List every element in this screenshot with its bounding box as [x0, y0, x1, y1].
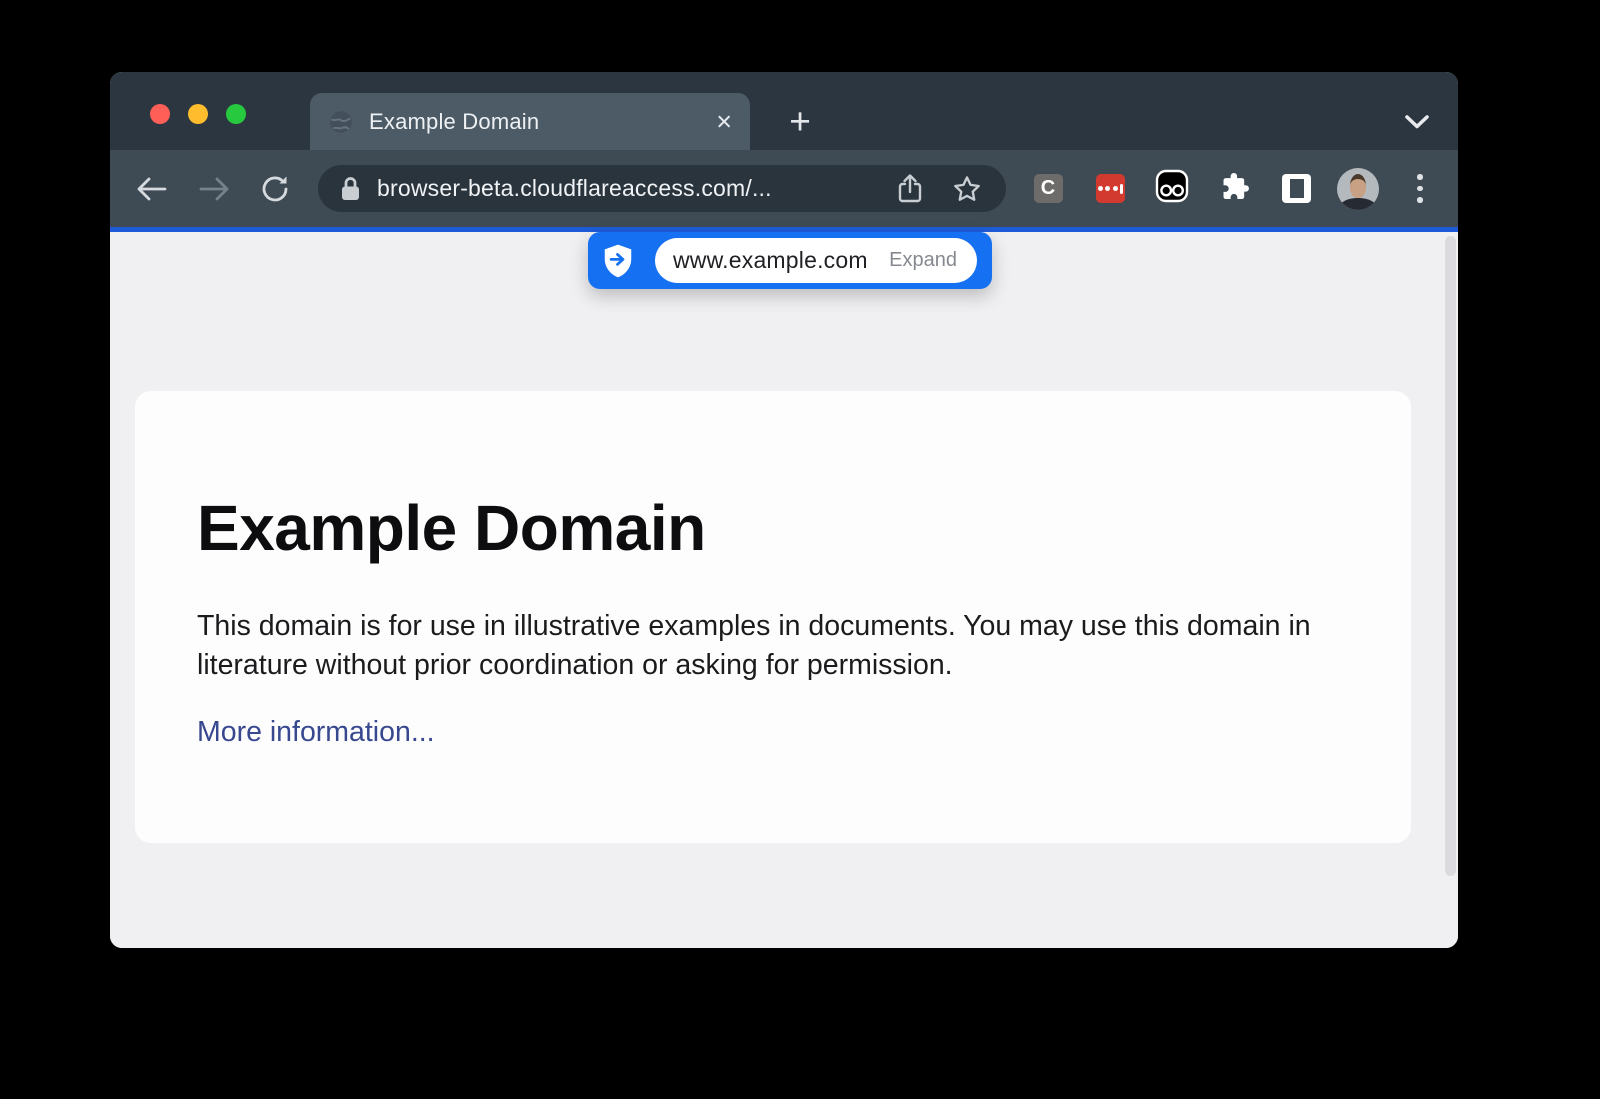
goggles-extension-icon[interactable] — [1155, 169, 1189, 208]
lastpass-extension-icon[interactable] — [1096, 174, 1125, 203]
address-bar[interactable]: browser-beta.cloudflareaccess.com/... — [318, 165, 1006, 212]
page-content: www.example.com Expand Example Domain Th… — [110, 232, 1458, 948]
bookmark-star-icon[interactable] — [952, 174, 982, 204]
close-window-button[interactable] — [150, 104, 170, 124]
extension-c-icon[interactable]: C — [1034, 174, 1063, 203]
desktop-background: Example Domain × + — [0, 0, 1600, 1099]
new-tab-button[interactable]: + — [772, 93, 828, 150]
page-heading: Example Domain — [197, 491, 706, 565]
extensions-puzzle-icon[interactable] — [1219, 171, 1250, 207]
url-text: browser-beta.cloudflareaccess.com/... — [377, 175, 878, 202]
side-panel-icon[interactable] — [1282, 174, 1311, 203]
tab-strip: Example Domain × + — [110, 72, 1458, 150]
expand-button[interactable]: Expand — [889, 249, 957, 272]
reload-icon[interactable] — [259, 173, 291, 205]
isolated-domain-text: www.example.com — [673, 247, 868, 274]
extensions-row: C — [1017, 150, 1451, 227]
toolbar: browser-beta.cloudflareaccess.com/... C — [110, 150, 1458, 227]
window-controls — [150, 104, 246, 124]
share-icon[interactable] — [896, 173, 924, 205]
scrollbar-thumb[interactable] — [1445, 236, 1456, 876]
close-tab-icon[interactable]: × — [716, 108, 732, 135]
browser-window: Example Domain × + — [110, 72, 1458, 948]
more-information-link[interactable]: More information... — [197, 716, 435, 749]
page-paragraph: This domain is for use in illustrative e… — [197, 607, 1362, 685]
tab-title: Example Domain — [369, 109, 539, 135]
shield-arrow-icon — [602, 243, 634, 279]
fullscreen-window-button[interactable] — [226, 104, 246, 124]
profile-avatar[interactable] — [1337, 168, 1379, 210]
domain-chip[interactable]: www.example.com Expand — [655, 238, 977, 283]
minimize-window-button[interactable] — [188, 104, 208, 124]
isolation-domain-pill: www.example.com Expand — [588, 232, 992, 289]
globe-favicon-icon — [328, 109, 354, 135]
chevron-down-icon[interactable] — [1404, 114, 1430, 130]
forward-button[interactable] — [197, 175, 231, 203]
menu-kebab-icon[interactable] — [1417, 174, 1423, 203]
page-card: Example Domain This domain is for use in… — [135, 391, 1411, 843]
back-button[interactable] — [135, 175, 169, 203]
tab-example-domain[interactable]: Example Domain × — [310, 93, 750, 150]
lock-icon[interactable] — [340, 175, 361, 202]
